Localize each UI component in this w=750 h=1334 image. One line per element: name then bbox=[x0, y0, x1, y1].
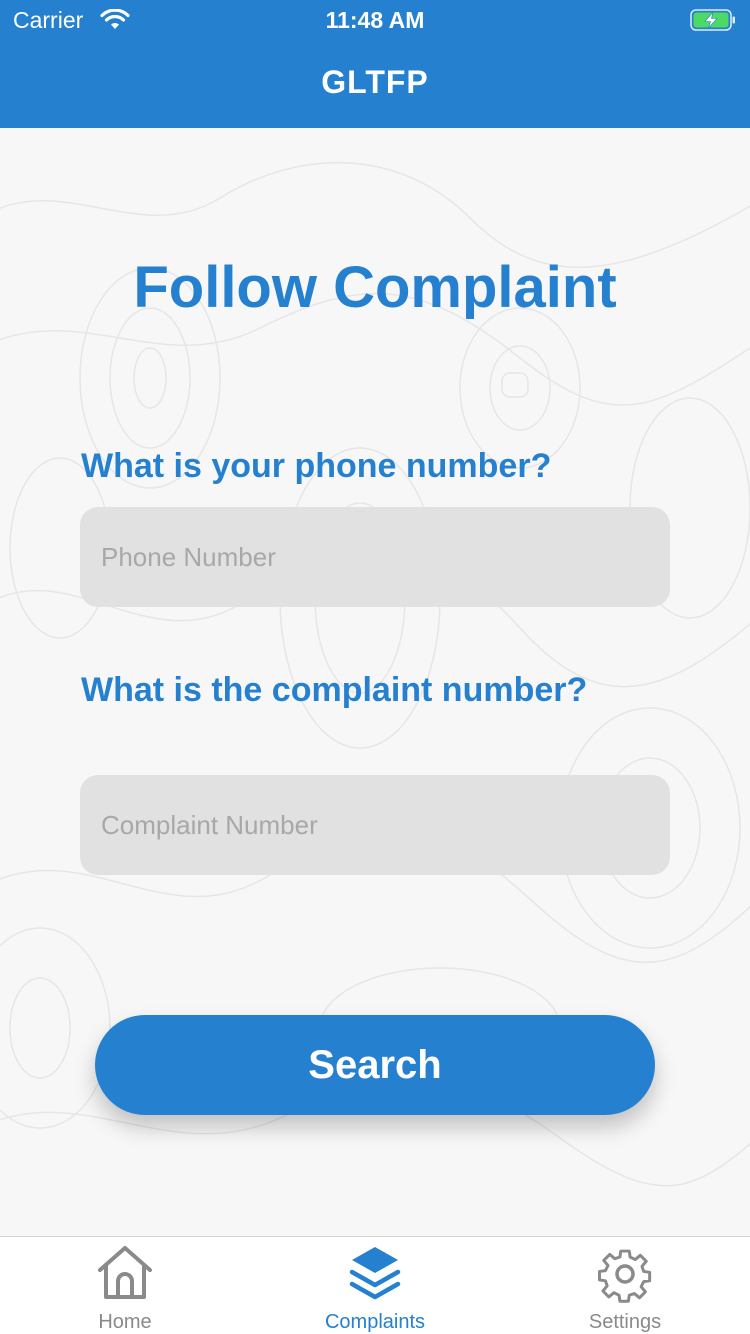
tab-home[interactable]: Home bbox=[0, 1237, 250, 1334]
battery-charging-icon bbox=[690, 9, 735, 31]
home-icon bbox=[98, 1246, 152, 1299]
tab-complaints-label: Complaints bbox=[324, 1311, 426, 1333]
complaint-number-input[interactable] bbox=[80, 775, 670, 875]
nav-title: GLTFP bbox=[321, 64, 429, 100]
page-title: Follow Complaint bbox=[133, 255, 617, 320]
tab-home-label: Home bbox=[98, 1311, 152, 1333]
main-content: Follow Complaint What is your phone numb… bbox=[0, 128, 750, 1236]
tab-settings-label: Settings bbox=[588, 1311, 662, 1333]
tab-settings[interactable]: Settings bbox=[500, 1237, 750, 1334]
search-button[interactable]: Search bbox=[95, 1015, 655, 1115]
status-time: 11:48 AM bbox=[325, 7, 425, 33]
app-header: Carrier 11:48 AM GLTFP bbox=[0, 0, 750, 128]
complaint-question-label: What is the complaint number? bbox=[81, 671, 588, 709]
layers-icon bbox=[349, 1247, 401, 1300]
tab-bar: Home Complaints Settings bbox=[0, 1236, 750, 1334]
tab-complaints[interactable]: Complaints bbox=[250, 1237, 500, 1334]
gear-icon bbox=[598, 1249, 652, 1303]
phone-number-input[interactable] bbox=[80, 507, 670, 607]
phone-question-label: What is your phone number? bbox=[81, 447, 552, 485]
status-bar: Carrier 11:48 AM bbox=[0, 0, 750, 42]
